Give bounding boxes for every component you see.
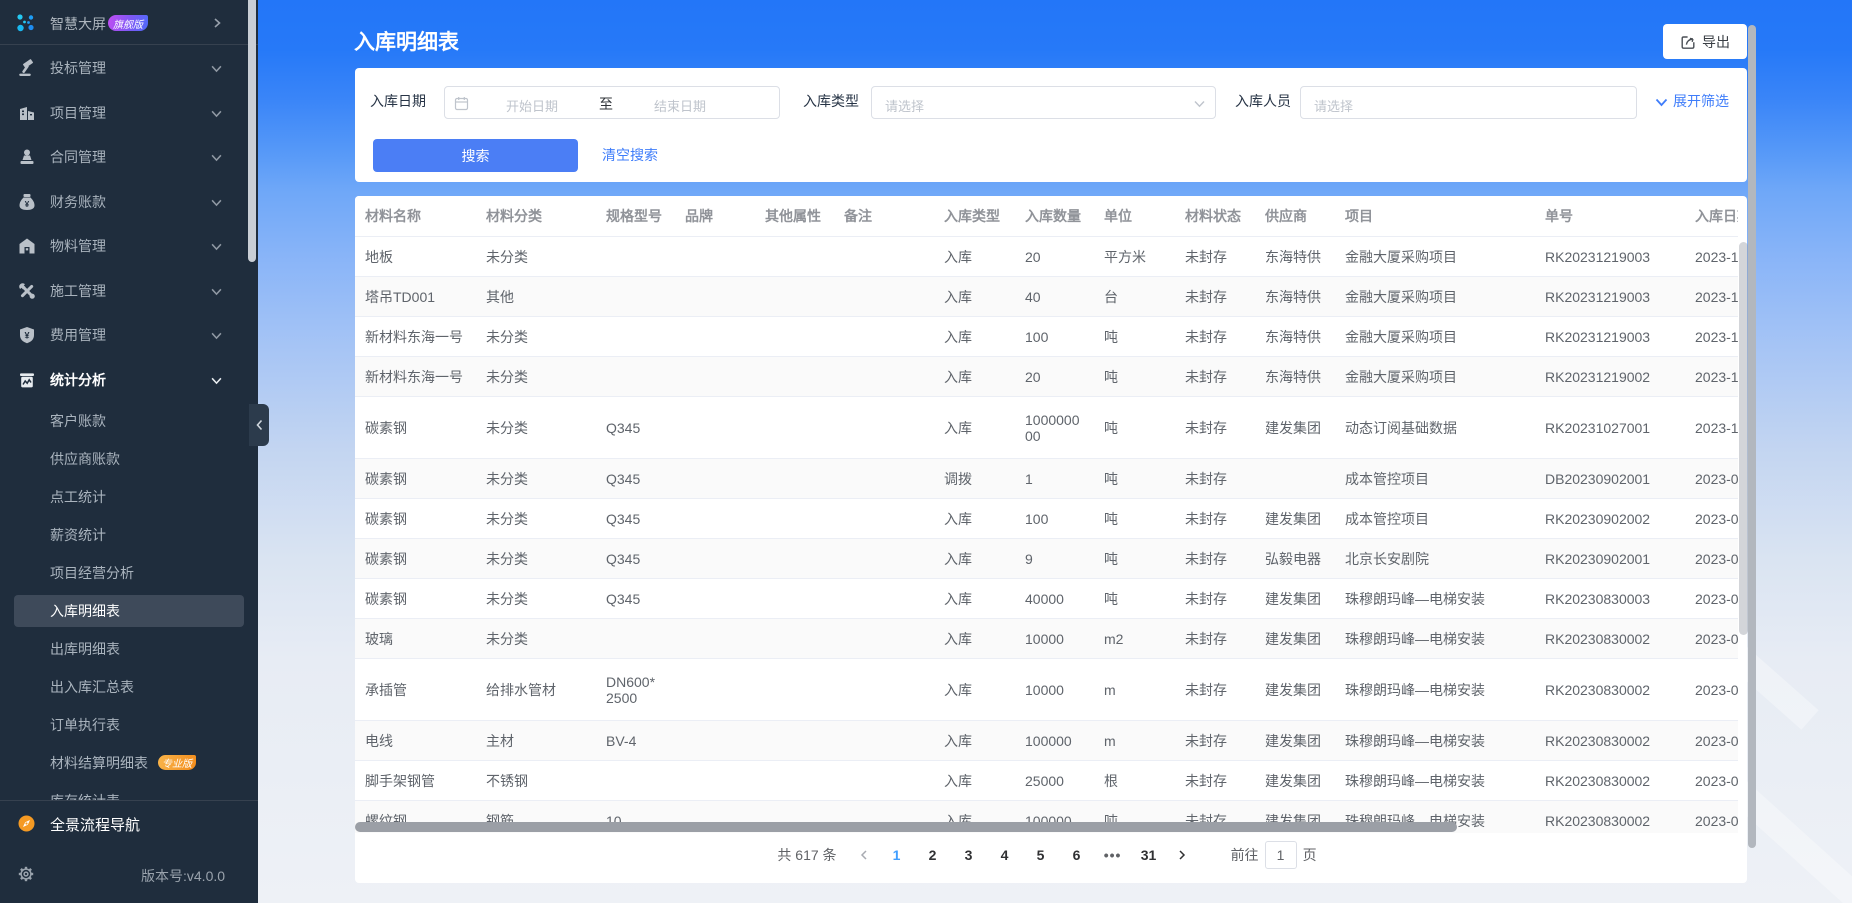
svg-text:¥: ¥	[25, 200, 30, 209]
svg-text:¥: ¥	[24, 331, 29, 341]
